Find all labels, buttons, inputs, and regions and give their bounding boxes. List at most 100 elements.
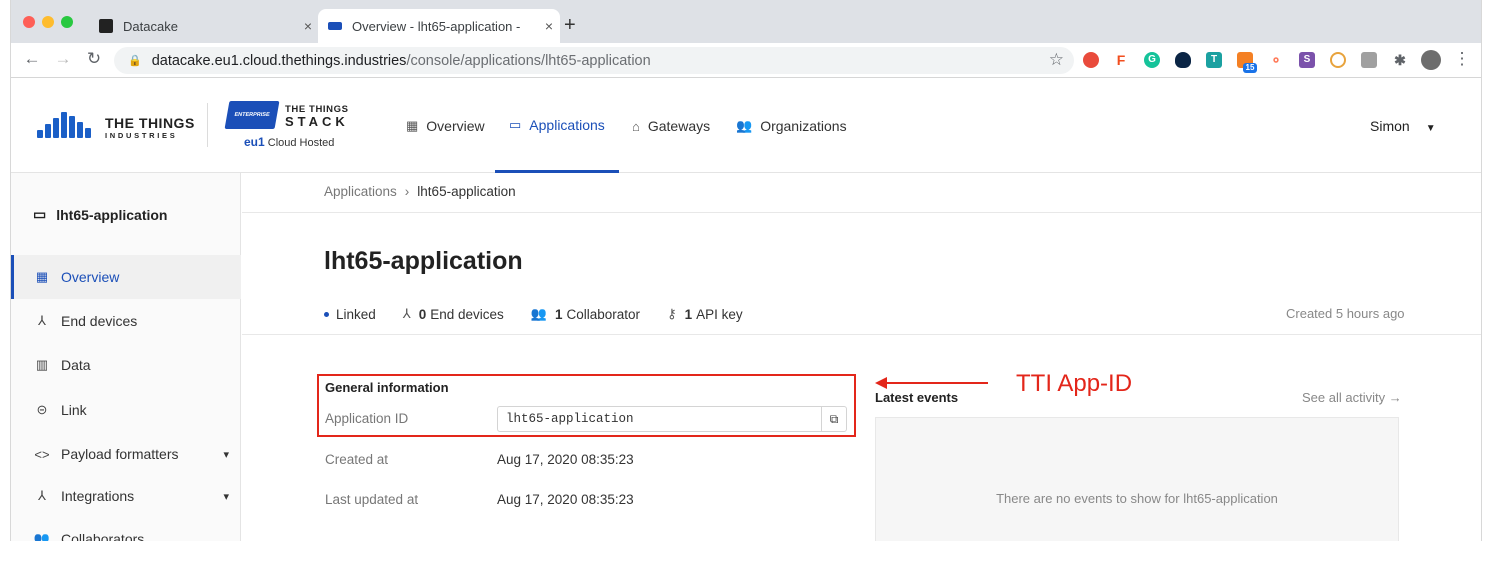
- linked-status: Linked: [324, 307, 376, 322]
- sidebar-item-data[interactable]: ▥ Data: [11, 343, 241, 387]
- tab-strip: Datacake × Overview - lht65-application …: [11, 0, 1481, 43]
- chevron-down-icon: ▾: [223, 448, 229, 461]
- browser-tab-overview[interactable]: Overview - lht65-application - ×: [318, 9, 560, 43]
- dashboard-icon: ▦: [35, 269, 49, 284]
- close-window-button[interactable]: [23, 16, 35, 28]
- address-bar[interactable]: 🔒 datacake.eu1.cloud.thethings.industrie…: [114, 47, 1074, 74]
- device-hub-icon: ⅄: [402, 306, 411, 321]
- nav-gateways[interactable]: ⌂ Gateways: [632, 79, 710, 173]
- figma-extension-icon[interactable]: F: [1113, 52, 1129, 68]
- collaborators-count[interactable]: 👥 1 Collaborator: [531, 306, 640, 322]
- back-icon[interactable]: ←: [21, 49, 43, 69]
- created-time: Created 5 hours ago: [1286, 306, 1405, 321]
- created-at-label: Created at: [325, 452, 389, 467]
- profile-avatar[interactable]: [1421, 50, 1441, 70]
- sidebar-item-end-devices[interactable]: ⅄ End devices: [11, 299, 241, 343]
- sidebar-title: ▭ lht65-application: [33, 206, 168, 223]
- created-at-value: Aug 17, 2020 08:35:23: [497, 452, 634, 467]
- close-tab-icon[interactable]: ×: [538, 18, 560, 34]
- sidebar-item-integrations[interactable]: ⅄ Integrations ▾: [11, 474, 241, 518]
- minimize-window-button[interactable]: [42, 16, 54, 28]
- bar-chart-icon: ▥: [35, 357, 49, 372]
- header-divider: [207, 103, 208, 147]
- breadcrumb-applications-link[interactable]: Applications: [324, 184, 397, 199]
- extension-icon[interactable]: [1083, 52, 1099, 68]
- user-menu[interactable]: Simon ▼: [1370, 118, 1436, 134]
- tab-title: Datacake: [123, 18, 178, 34]
- grammarly-extension-icon[interactable]: G: [1144, 52, 1160, 68]
- browser-window: Datacake × Overview - lht65-application …: [10, 0, 1482, 541]
- people-icon: 👥: [530, 306, 547, 321]
- annotation-arrow-line: [885, 382, 988, 384]
- cloud-hosted-label: eu1 Cloud Hosted: [244, 135, 335, 149]
- hubspot-extension-icon[interactable]: ⚬: [1268, 52, 1284, 68]
- entity-status-bar: Linked ⅄ 0 End devices 👥 1 Collaborator ⚷ 1 AP…: [324, 306, 770, 322]
- updated-at-label: Last updated at: [325, 492, 419, 507]
- people-icon: 👥: [33, 531, 51, 541]
- page-title: lht65-application: [324, 247, 523, 275]
- status-dot: [324, 311, 329, 317]
- datacake-favicon-icon: [99, 19, 113, 33]
- sidebar: ▭ lht65-application ▦ Overview ⅄ End device…: [11, 173, 241, 541]
- shield-extension-icon[interactable]: [1175, 52, 1191, 68]
- see-all-activity-link[interactable]: See all activity →: [1302, 390, 1402, 405]
- url-host: datacake.eu1.cloud.thethings.industries: [151, 52, 407, 69]
- browser-tab-datacake[interactable]: Datacake ×: [89, 9, 319, 43]
- events-panel: There are no events to show for lht65-ap…: [875, 417, 1399, 541]
- maximize-window-button[interactable]: [61, 16, 73, 28]
- tts-logo-text: THE THINGS STACK: [285, 104, 349, 129]
- extension-icon[interactable]: [1361, 52, 1377, 68]
- lock-icon: 🔒: [128, 55, 142, 67]
- people-icon: 👥: [736, 118, 753, 133]
- browser-toolbar: ← → ↻ 🔒 datacake.eu1.cloud.thethings.ind…: [11, 43, 1481, 78]
- bookmark-star-icon[interactable]: ☆: [1049, 50, 1064, 70]
- close-tab-icon[interactable]: ×: [297, 18, 319, 34]
- extension-badge: 15: [1243, 63, 1257, 73]
- sidebar-item-payload-formatters[interactable]: <> Payload formatters ▾: [11, 432, 241, 476]
- window-icon: ▭: [33, 206, 47, 222]
- tti-logo-text: THE THINGS INDUSTRIES: [105, 115, 195, 140]
- window-icon: ▭: [509, 116, 522, 132]
- breadcrumb-current: lht65-application: [417, 184, 516, 199]
- code-icon: <>: [34, 446, 50, 462]
- extensions-puzzle-icon[interactable]: ✱: [1392, 52, 1408, 68]
- tab-title: Overview - lht65-application -: [352, 18, 521, 34]
- router-icon: ⌂: [632, 118, 640, 134]
- nav-applications[interactable]: ▭ Applications: [495, 79, 619, 173]
- reload-icon[interactable]: ↻: [83, 49, 105, 69]
- link-icon: ⊝: [36, 402, 48, 417]
- end-devices-count[interactable]: ⅄ 0 End devices: [403, 306, 504, 322]
- new-tab-button[interactable]: +: [564, 14, 576, 37]
- api-keys-count[interactable]: ⚷ 1 API key: [667, 306, 743, 322]
- divider: [242, 212, 1481, 213]
- browser-menu-icon[interactable]: ⋮: [1451, 49, 1473, 69]
- breadcrumb: Applications › lht65-application: [324, 184, 516, 199]
- annotation-highlight-box: [317, 374, 856, 437]
- tti-logo-icon: [37, 112, 101, 138]
- annotation-label: TTI App-ID: [1016, 370, 1133, 397]
- app-header: THE THINGS INDUSTRIES ENTERPRISE THE THI…: [11, 79, 1481, 173]
- key-icon: ⚷: [667, 306, 677, 321]
- chevron-right-icon: ›: [404, 184, 410, 199]
- url-path: /console/applications/lht65-application: [406, 52, 651, 69]
- t-extension-icon[interactable]: T: [1206, 52, 1222, 68]
- enterprise-badge: ENTERPRISE: [224, 101, 280, 129]
- dashboard-icon: ▦: [406, 118, 419, 133]
- s-extension-icon[interactable]: S: [1299, 52, 1315, 68]
- events-empty-message: There are no events to show for lht65-ap…: [996, 491, 1278, 506]
- sidebar-item-overview[interactable]: ▦ Overview: [11, 255, 241, 299]
- latest-events-heading: Latest events: [875, 390, 959, 405]
- nav-organizations[interactable]: 👥 Organizations: [736, 79, 847, 173]
- chevron-down-icon: ▾: [223, 490, 229, 503]
- sidebar-item-collaborators[interactable]: 👥 Collaborators: [11, 517, 241, 541]
- extension-icon[interactable]: [1330, 52, 1346, 68]
- nav-overview[interactable]: ▦ Overview: [406, 79, 485, 173]
- divider: [242, 334, 1481, 335]
- user-name: Simon: [1370, 118, 1410, 134]
- caret-down-icon: ▼: [1425, 123, 1436, 134]
- sidebar-item-link[interactable]: ⊝ Link: [11, 388, 241, 432]
- updated-at-value: Aug 17, 2020 08:35:23: [497, 492, 634, 507]
- forward-icon[interactable]: →: [52, 49, 74, 69]
- tts-favicon-icon: [328, 22, 342, 30]
- merge-icon: ⅄: [38, 488, 46, 503]
